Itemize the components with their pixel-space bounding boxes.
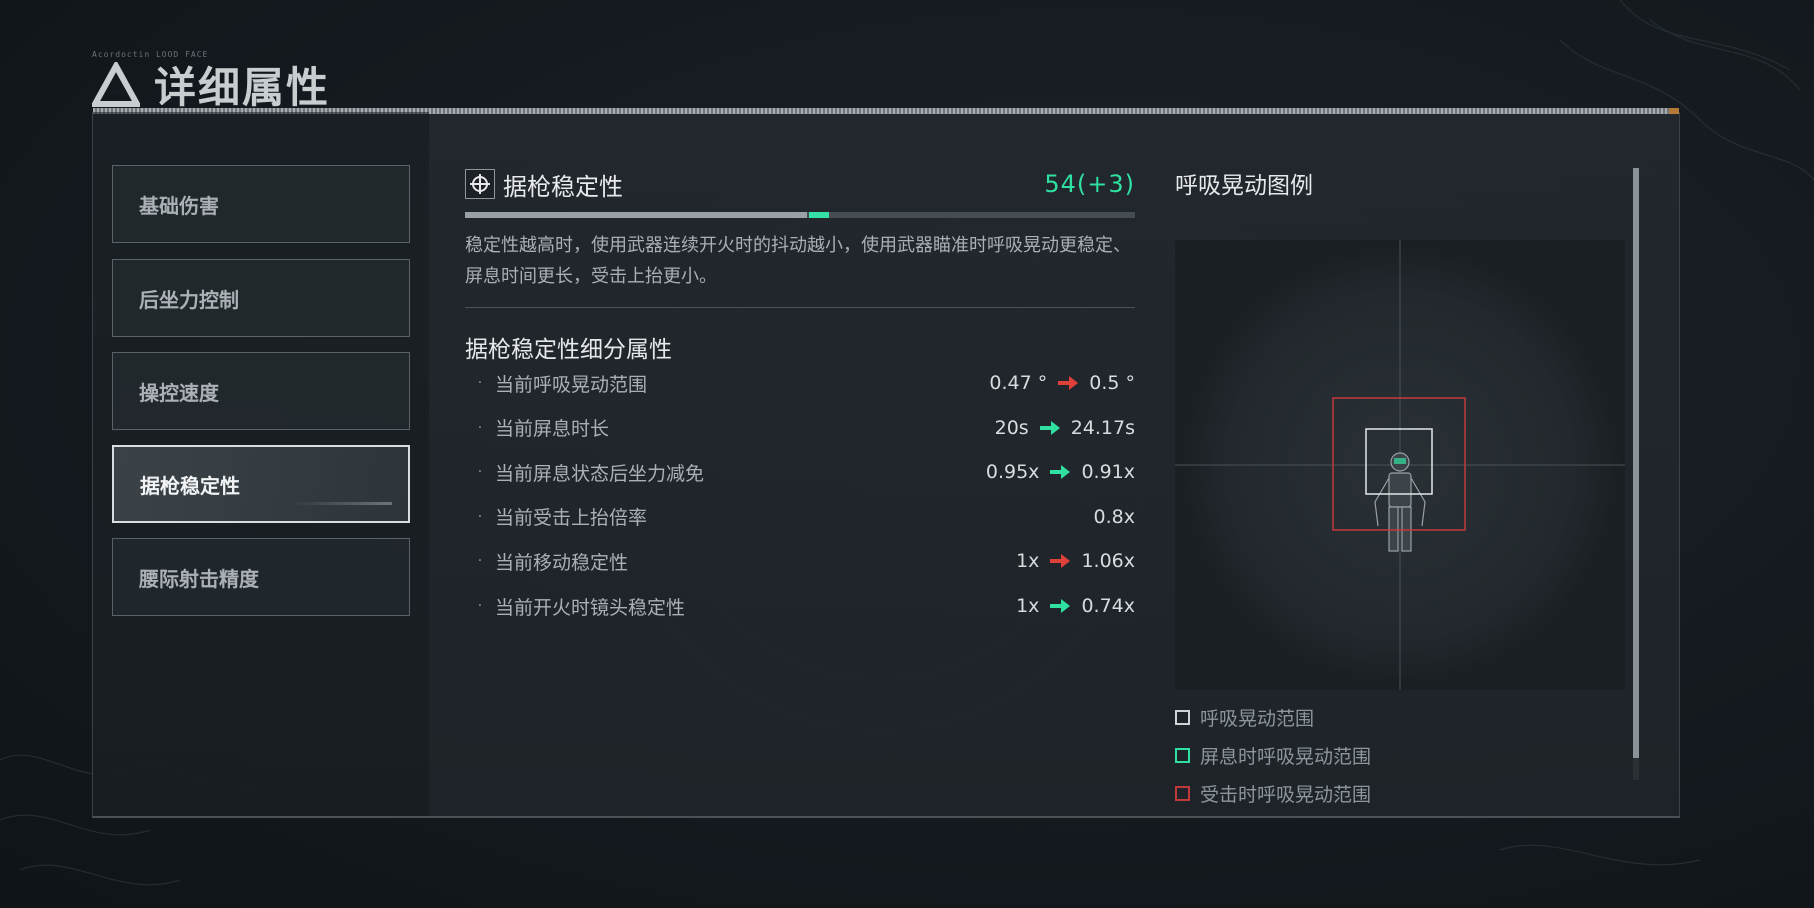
legend-scrollbar[interactable] — [1633, 168, 1639, 780]
legend-section: 呼吸晃动图例 呼吸晃动范围 屏息时呼吸晃动范围 受击时呼吸晃动范围 — [1175, 112, 1655, 816]
delta-logo-icon — [92, 61, 140, 107]
attribute-to-value: 0.91x — [1081, 461, 1135, 484]
sidebar-item-label: 腰际射击精度 — [139, 566, 259, 591]
legend-item-sway-range: 呼吸晃动范围 — [1175, 704, 1314, 731]
category-sidebar: 基础伤害 后坐力控制 操控速度 据枪稳定性 腰际射击精度 — [93, 112, 429, 816]
legend-swatch-red — [1175, 786, 1190, 801]
sway-diagram — [1175, 240, 1625, 690]
bullet-icon: · — [477, 419, 483, 436]
legend-item-label: 受击时呼吸晃动范围 — [1200, 784, 1372, 806]
attribute-from-value: 1x — [1016, 550, 1040, 573]
legend-swatch-white — [1175, 710, 1190, 725]
stat-value: 54(+3) — [1044, 170, 1135, 198]
attribute-values: 0.47 ° 0.5 ° — [989, 372, 1135, 394]
attribute-row: · 当前受击上抬倍率 0.8x — [465, 502, 1135, 532]
attribute-label: 当前屏息时长 — [495, 418, 610, 441]
arrow-right-green-icon — [1050, 599, 1071, 613]
sidebar-item-base-damage[interactable]: 基础伤害 — [112, 165, 410, 243]
attribute-to-value: 0.5 ° — [1089, 372, 1135, 394]
legend-item-label: 屏息时呼吸晃动范围 — [1200, 746, 1372, 768]
legend-overflow-clip: 受击时呼吸晃动范围 — [1175, 780, 1635, 820]
page-title: 详细属性 — [154, 63, 331, 112]
attribute-from-value: 20s — [994, 416, 1029, 439]
sidebar-item-label: 据枪稳定性 — [140, 473, 240, 498]
attribute-row: · 当前屏息状态后坐力减免 0.95x 0.91x — [465, 457, 1135, 487]
header-tiny-text: Acordoctin LOOD FACE — [92, 50, 209, 59]
attribute-row: · 当前开火时镜头稳定性 1x 0.74x — [465, 591, 1135, 621]
attribute-row: · 当前屏息时长 20s 24.17s — [465, 413, 1135, 443]
attribute-values: 20s 24.17s — [995, 417, 1135, 439]
legend-scrollbar-thumb[interactable] — [1633, 168, 1639, 758]
legend-item-hold-breath-range: 屏息时呼吸晃动范围 — [1175, 742, 1371, 769]
active-decoration — [292, 502, 392, 505]
attribute-to-value: 0.74x — [1081, 595, 1135, 617]
attribute-to-value: 0.8x — [1093, 505, 1135, 528]
attribute-label: 当前移动稳定性 — [495, 551, 629, 574]
sidebar-item-recoil-control[interactable]: 后坐力控制 — [112, 259, 410, 337]
sidebar-item-label: 操控速度 — [139, 380, 219, 405]
attribute-label: 当前受击上抬倍率 — [495, 507, 648, 530]
arrow-right-green-icon — [1050, 465, 1071, 480]
sidebar-item-handling-speed[interactable]: 操控速度 — [112, 352, 410, 430]
attribute-values: 1x 1.06x — [1016, 550, 1135, 572]
bullet-icon: · — [477, 508, 483, 525]
attribute-to-value: 24.17s — [1070, 416, 1135, 439]
crosshair-icon — [465, 169, 495, 199]
arrow-right-green-icon — [1039, 420, 1060, 435]
arrow-right-red-icon — [1050, 554, 1071, 569]
stat-name: 据枪稳定性 — [503, 172, 623, 201]
attribute-values: 0.8x — [1094, 506, 1135, 528]
attribute-from-value: 0.95x — [985, 461, 1040, 484]
sidebar-item-label: 基础伤害 — [139, 193, 219, 218]
sidebar-item-hipfire-accuracy[interactable]: 腰际射击精度 — [112, 538, 410, 616]
attribute-label: 当前开火时镜头稳定性 — [495, 596, 686, 619]
attribute-values: 1x 0.74x — [1016, 595, 1135, 617]
sidebar-item-label: 后坐力控制 — [139, 287, 239, 312]
attribute-label: 当前屏息状态后坐力减免 — [495, 462, 705, 485]
attribute-row: · 当前移动稳定性 1x 1.06x — [465, 546, 1135, 576]
stat-header: 据枪稳定性 54(+3) — [465, 166, 1135, 202]
stat-description: 稳定性越高时，使用武器连续开火时的抖动越小，使用武器瞄准时呼吸晃动更稳定、屏息时… — [465, 235, 1131, 287]
divider — [465, 307, 1135, 308]
attribute-values: 0.95x 0.91x — [986, 461, 1135, 483]
legend-title: 呼吸晃动图例 — [1175, 173, 1313, 199]
bullet-icon: · — [477, 598, 483, 614]
attribute-to-value: 1.06x — [1081, 550, 1135, 573]
stat-bar-bonus-fill — [808, 212, 829, 218]
stat-progress-bar — [465, 212, 1135, 218]
attribute-from-value: 1x — [1016, 595, 1040, 617]
breakdown-title: 据枪稳定性细分属性 — [465, 337, 672, 363]
bullet-icon: · — [477, 375, 483, 391]
legend-swatch-green — [1175, 748, 1190, 763]
attribute-from-value: 0.47 ° — [989, 372, 1048, 394]
detail-panel: 基础伤害 后坐力控制 操控速度 据枪稳定性 腰际射击精度 据枪稳定性 54(+3… — [92, 108, 1680, 818]
stat-detail-section: 据枪稳定性 54(+3) 稳定性越高时，使用武器连续开火时的抖动越小，使用武器瞄… — [465, 112, 1135, 816]
attribute-row: · 当前呼吸晃动范围 0.47 ° 0.5 ° — [465, 368, 1135, 398]
legend-item-hit-range: 受击时呼吸晃动范围 — [1175, 780, 1371, 807]
bullet-icon: · — [477, 464, 483, 481]
stat-bar-base-fill — [465, 212, 807, 218]
legend-item-label: 呼吸晃动范围 — [1200, 708, 1315, 730]
sidebar-item-aim-stability[interactable]: 据枪稳定性 — [112, 445, 410, 523]
arrow-right-red-icon — [1058, 376, 1079, 390]
page-header: Acordoctin LOOD FACE 详细属性 — [92, 50, 331, 115]
attribute-label: 当前呼吸晃动范围 — [495, 373, 648, 396]
bullet-icon: · — [477, 553, 483, 570]
